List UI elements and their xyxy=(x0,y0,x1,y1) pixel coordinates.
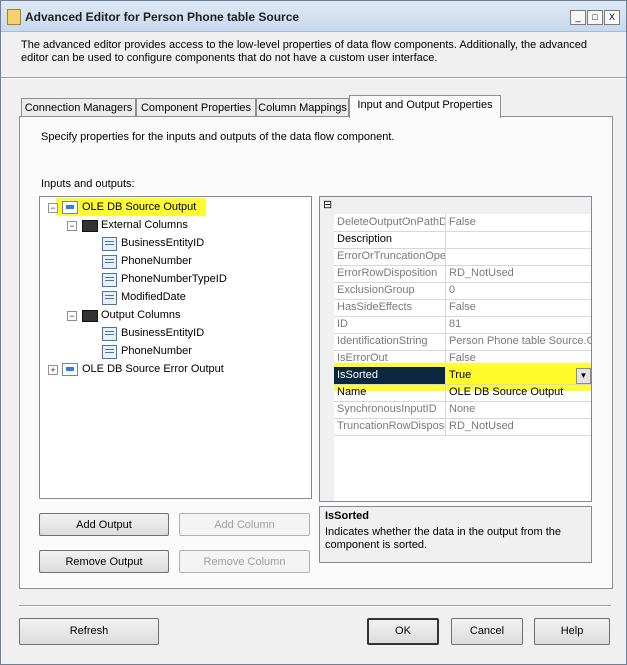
column-icon xyxy=(102,237,117,251)
ok-button[interactable]: OK xyxy=(367,618,439,645)
property-row[interactable]: Description xyxy=(334,231,591,249)
property-value xyxy=(447,248,591,265)
property-row[interactable]: ErrorOrTruncationOpe xyxy=(334,248,591,266)
column-icon xyxy=(102,345,117,359)
help-title: IsSorted xyxy=(325,510,370,522)
tab-component-properties[interactable]: Component Properties xyxy=(136,98,256,117)
folder-icon xyxy=(82,310,98,322)
property-name: HasSideEffects xyxy=(334,299,446,316)
column-icon xyxy=(102,327,117,341)
property-name: IsSorted xyxy=(334,367,446,384)
property-value[interactable]: OLE DB Source Output xyxy=(447,384,591,401)
tab-column-mappings[interactable]: Column Mappings xyxy=(256,98,349,117)
property-row[interactable]: TruncationRowDisposit RD_NotUsed xyxy=(334,418,591,436)
expand-icon[interactable]: + xyxy=(48,365,58,375)
error-output-icon xyxy=(62,363,78,376)
refresh-button[interactable]: Refresh xyxy=(19,618,159,645)
property-grid-margin xyxy=(320,214,334,501)
help-text: Indicates whether the data in the output… xyxy=(325,526,562,551)
property-name: Name xyxy=(334,384,446,401)
remove-output-button[interactable]: Remove Output xyxy=(39,550,169,573)
property-value: RD_NotUsed xyxy=(449,420,514,432)
property-value: 81 xyxy=(449,318,462,330)
column-icon xyxy=(102,255,117,269)
property-name: ExclusionGroup xyxy=(334,282,446,299)
dropdown-arrow-icon[interactable]: ▼ xyxy=(576,368,591,384)
categorized-icon[interactable]: ⊟ xyxy=(323,198,332,211)
property-name: DeleteOutputOnPathD xyxy=(334,214,446,231)
property-row[interactable]: ErrorRowDisposition RD_NotUsed xyxy=(334,265,591,283)
property-value[interactable] xyxy=(447,231,591,248)
property-row-issorted[interactable]: IsSorted True ▼ xyxy=(334,367,591,385)
cancel-button[interactable]: Cancel xyxy=(451,618,523,645)
inputs-outputs-label: Inputs and outputs: xyxy=(41,178,135,190)
header-divider xyxy=(1,77,626,79)
inputs-outputs-tree[interactable]: − OLE DB Source Output − External Column… xyxy=(39,196,312,499)
property-value: False xyxy=(449,301,476,313)
property-row[interactable]: IdentificationString Person Phone table … xyxy=(334,333,591,351)
panel-instruction: Specify properties for the inputs and ou… xyxy=(41,131,395,143)
footer-divider xyxy=(19,605,611,607)
add-output-button[interactable]: Add Output xyxy=(39,513,169,536)
property-row[interactable]: ID 81 xyxy=(334,316,591,334)
property-name: TruncationRowDisposit xyxy=(334,418,446,435)
title-bar[interactable]: Advanced Editor for Person Phone table S… xyxy=(1,1,626,32)
tree-item-external-column[interactable]: ModifiedDate xyxy=(121,288,186,306)
add-column-button[interactable]: Add Column xyxy=(179,513,310,536)
tree-item-external-column[interactable]: BusinessEntityID xyxy=(121,234,204,252)
property-row[interactable]: HasSideEffects False xyxy=(334,299,591,317)
help-button[interactable]: Help xyxy=(534,618,610,645)
property-value: Person Phone table Source.O xyxy=(449,335,591,347)
property-value: RD_NotUsed xyxy=(449,267,514,279)
property-name: ErrorOrTruncationOpe xyxy=(334,248,446,265)
collapse-icon[interactable]: − xyxy=(48,203,58,213)
collapse-icon[interactable]: − xyxy=(67,311,77,321)
property-row[interactable]: SynchronousInputID None xyxy=(334,401,591,419)
output-icon xyxy=(62,201,78,214)
column-icon xyxy=(102,273,117,287)
minimize-button[interactable]: _ xyxy=(570,10,586,25)
issorted-value[interactable]: True xyxy=(447,367,591,384)
property-name: IdentificationString xyxy=(334,333,446,350)
property-grid[interactable]: ⊟ DeleteOutputOnPathD False Description … xyxy=(319,196,592,502)
tree-item-ole-db-source-output[interactable]: OLE DB Source Output xyxy=(82,198,196,216)
tree-item-external-column[interactable]: PhoneNumber xyxy=(121,252,192,270)
tree-item-output-column[interactable]: PhoneNumber xyxy=(121,342,192,360)
tree-item-external-columns[interactable]: External Columns xyxy=(101,216,188,234)
window-title: Advanced Editor for Person Phone table S… xyxy=(25,10,300,24)
maximize-button[interactable]: □ xyxy=(587,10,603,25)
tab-input-output-properties[interactable]: Input and Output Properties xyxy=(349,95,501,118)
property-name: Description xyxy=(334,231,446,248)
property-name: SynchronousInputID xyxy=(334,401,446,418)
property-row[interactable]: Name OLE DB Source Output xyxy=(334,384,591,402)
property-value: 0 xyxy=(449,284,456,296)
property-value: False xyxy=(449,216,476,228)
window-description: The advanced editor provides access to t… xyxy=(21,39,588,64)
folder-icon xyxy=(82,220,98,232)
tab-connection-managers[interactable]: Connection Managers xyxy=(21,98,136,117)
column-icon xyxy=(102,291,117,305)
advanced-editor-window: Advanced Editor for Person Phone table S… xyxy=(0,0,627,665)
property-value: None xyxy=(449,403,476,415)
property-row[interactable]: ExclusionGroup 0 xyxy=(334,282,591,300)
property-grid-toolbar: ⊟ xyxy=(320,197,591,214)
property-name: ID xyxy=(334,316,446,333)
property-name: ErrorRowDisposition xyxy=(334,265,446,282)
tree-item-external-column[interactable]: PhoneNumberTypeID xyxy=(121,270,227,288)
tree-item-output-column[interactable]: BusinessEntityID xyxy=(121,324,204,342)
tree-item-ole-db-source-error-output[interactable]: OLE DB Source Error Output xyxy=(82,360,224,378)
close-button[interactable]: X xyxy=(604,10,620,25)
app-icon xyxy=(7,9,21,25)
property-row[interactable]: DeleteOutputOnPathD False xyxy=(334,214,591,232)
property-help-panel: IsSorted Indicates whether the data in t… xyxy=(319,506,592,563)
collapse-icon[interactable]: − xyxy=(67,221,77,231)
remove-column-button[interactable]: Remove Column xyxy=(179,550,310,573)
tree-item-output-columns[interactable]: Output Columns xyxy=(101,306,180,324)
